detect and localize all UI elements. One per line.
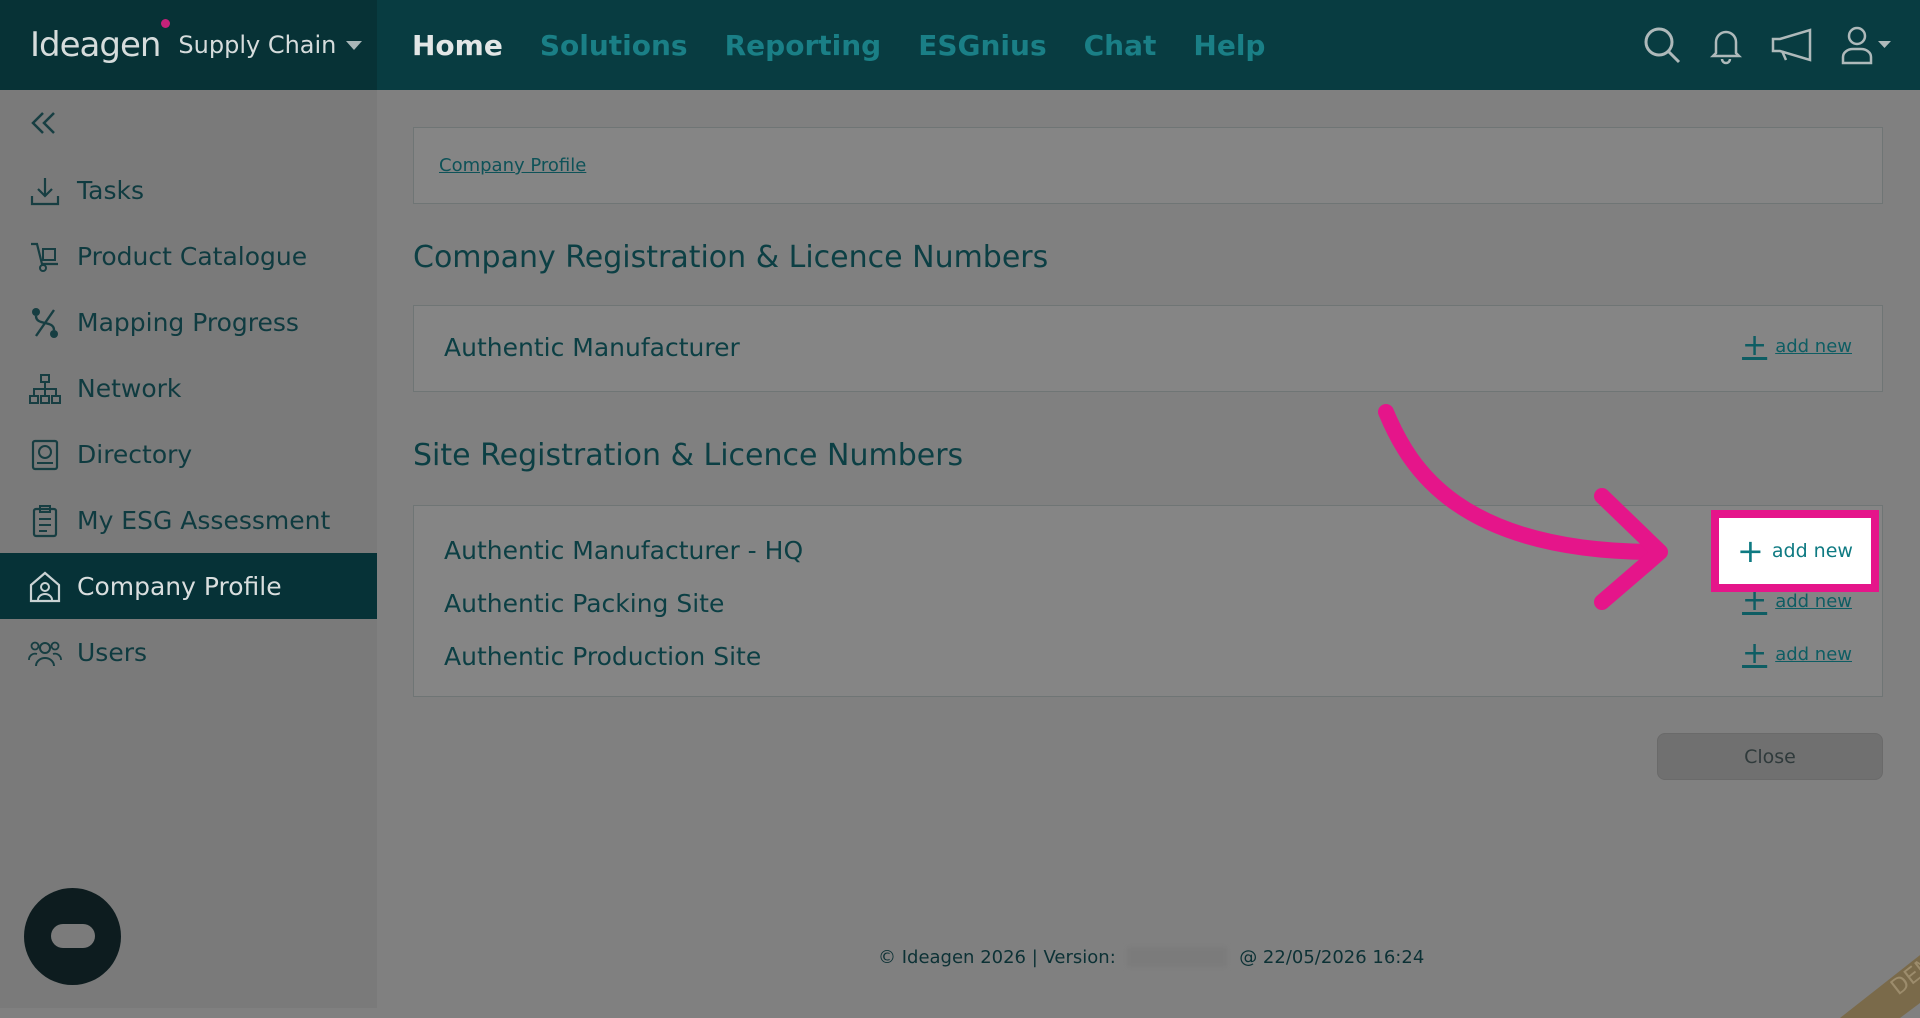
close-button[interactable]: Close — [1657, 733, 1883, 780]
sidebar-item-label: Network — [77, 373, 182, 403]
add-new-link[interactable]: + add new — [1742, 639, 1852, 669]
top-bar: Ideagen Supply Chain Home Solutions Repo… — [0, 0, 1920, 90]
sidebar-item-label: Company Profile — [77, 571, 282, 601]
main-nav: Home Solutions Reporting ESGnius Chat He… — [412, 0, 1265, 90]
nav-home[interactable]: Home — [412, 29, 503, 62]
chat-icon — [51, 924, 95, 948]
nav-chat[interactable]: Chat — [1084, 29, 1157, 62]
nav-reporting[interactable]: Reporting — [725, 29, 882, 62]
network-icon — [29, 374, 61, 404]
company-registration-panel: Authentic Manufacturer + add new — [413, 305, 1883, 392]
directory-book-icon — [31, 439, 59, 471]
demo-ribbon: DEMO — [1720, 898, 1920, 1018]
hand-truck-icon — [31, 242, 58, 272]
breadcrumb: Company Profile — [413, 127, 1883, 204]
nav-esgnius[interactable]: ESGnius — [918, 29, 1046, 62]
clipboard-icon — [32, 505, 58, 538]
sidebar-item-label: Product Catalogue — [77, 241, 308, 271]
nav-help[interactable]: Help — [1193, 29, 1265, 62]
plus-icon: + — [1742, 328, 1768, 363]
megaphone-icon[interactable] — [1770, 27, 1814, 63]
chat-launcher-button[interactable] — [24, 888, 121, 985]
plus-icon: + — [1737, 532, 1764, 570]
sidebar-item-label: Mapping Progress — [77, 307, 299, 337]
add-new-link[interactable]: + add new — [1742, 331, 1852, 361]
sidebar-item-company-profile[interactable]: Company Profile — [0, 553, 377, 619]
sidebar-item-mapping-progress[interactable]: Mapping Progress — [0, 289, 377, 355]
chevron-down-icon[interactable] — [346, 40, 363, 50]
site-row-label: Authentic Manufacturer - HQ — [444, 536, 804, 565]
footer: © Ideagen 2026 | Version: @ 22/05/2026 1… — [878, 947, 1424, 968]
sidebar-item-label: Directory — [77, 439, 193, 469]
highlighted-add-new-button[interactable]: + add new — [1711, 510, 1879, 592]
sidebar-item-directory[interactable]: Directory — [0, 421, 377, 487]
company-house-icon — [29, 571, 61, 603]
product-name: Supply Chain — [178, 31, 337, 59]
search-icon[interactable] — [1642, 25, 1682, 65]
sidebar: Tasks Product Catalogue Mapping Progress… — [0, 90, 377, 1008]
sidebar-item-product-catalogue[interactable]: Product Catalogue — [0, 223, 377, 289]
collapse-sidebar-icon[interactable] — [30, 110, 58, 136]
nav-solutions[interactable]: Solutions — [540, 29, 688, 62]
top-icons — [1642, 0, 1892, 90]
plus-icon: + — [1742, 636, 1768, 671]
redacted-version — [1127, 947, 1228, 967]
mapping-icon — [32, 308, 58, 338]
user-icon[interactable] — [1840, 25, 1892, 65]
footer-timestamp: @ 22/05/2026 16:24 — [1233, 947, 1425, 968]
sidebar-item-users[interactable]: Users — [0, 619, 377, 685]
sidebar-item-label: Tasks — [77, 175, 144, 205]
sidebar-item-tasks[interactable]: Tasks — [0, 157, 377, 223]
annotation-arrow-icon — [1378, 404, 1668, 610]
sidebar-item-network[interactable]: Network — [0, 355, 377, 421]
sidebar-item-my-esg-assessment[interactable]: My ESG Assessment — [0, 487, 377, 553]
site-registration-title: Site Registration & Licence Numbers — [413, 438, 964, 473]
users-icon — [28, 641, 62, 667]
sidebar-item-label: My ESG Assessment — [77, 505, 331, 535]
download-tray-icon — [30, 178, 60, 206]
brand[interactable]: Ideagen Supply Chain — [0, 0, 377, 90]
breadcrumb-company-profile-link[interactable]: Company Profile — [439, 155, 586, 176]
company-registration-title: Company Registration & Licence Numbers — [413, 240, 1049, 275]
footer-copyright: © Ideagen 2026 | Version: — [878, 947, 1122, 968]
bell-icon[interactable] — [1708, 25, 1744, 65]
site-row-label: Authentic Production Site — [444, 642, 762, 671]
ideagen-logo: Ideagen — [30, 19, 171, 65]
company-row-label: Authentic Manufacturer — [444, 333, 740, 362]
sidebar-item-label: Users — [77, 637, 148, 667]
site-row-label: Authentic Packing Site — [444, 589, 725, 618]
